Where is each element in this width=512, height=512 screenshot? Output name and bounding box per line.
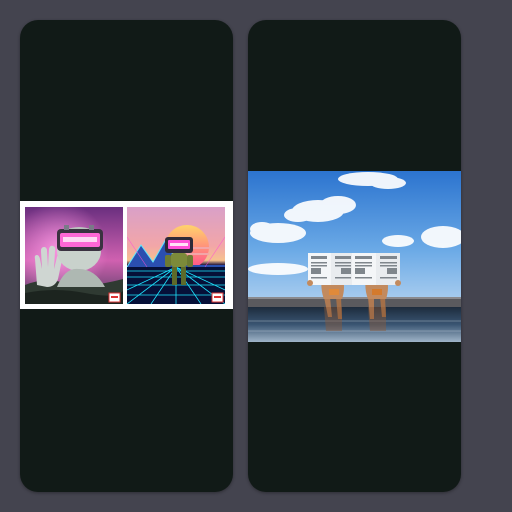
- gallery-card-2[interactable]: [248, 20, 461, 492]
- logo-badge-icon: [109, 293, 120, 302]
- card-1-image[interactable]: [20, 201, 233, 309]
- vr-headset-sculpture-image: [25, 207, 123, 304]
- infinity-pool-newspaper-readers-image[interactable]: [248, 171, 461, 342]
- gallery-card-1[interactable]: [20, 20, 233, 492]
- logo-badge-icon: [212, 293, 223, 302]
- synthwave-grid-robot-image: [127, 207, 225, 304]
